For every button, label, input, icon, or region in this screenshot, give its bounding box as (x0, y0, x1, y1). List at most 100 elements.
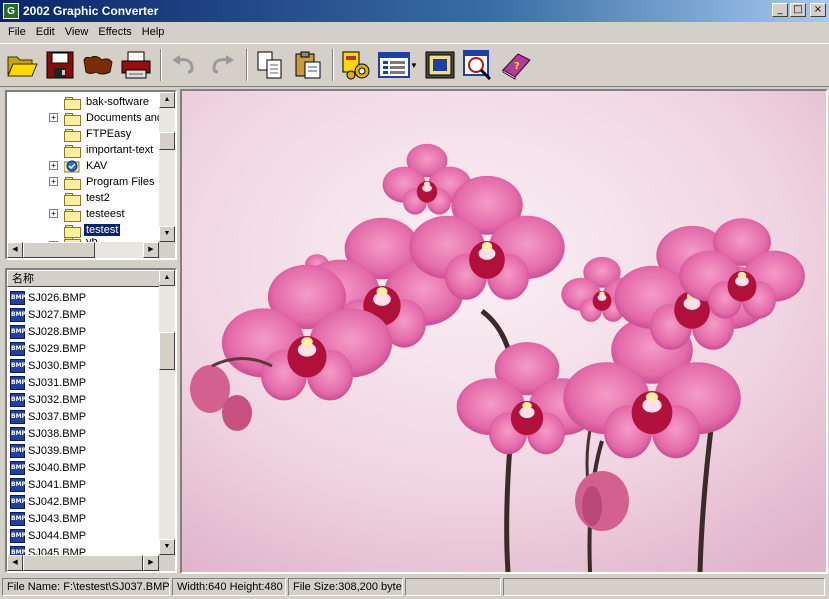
folder-tree[interactable]: bak-software + Documents and FTPEasy imp… (5, 90, 177, 260)
copy-icon (257, 51, 282, 79)
scroll-left-arrow-icon[interactable]: ◀ (7, 555, 23, 571)
fullscreen-icon (425, 51, 455, 79)
bmp-file-icon: BMP (10, 426, 26, 441)
tree-item[interactable]: important-text (7, 142, 155, 158)
scroll-thumb[interactable] (23, 555, 143, 571)
scroll-right-arrow-icon[interactable]: ▶ (143, 242, 159, 258)
folder-icon (64, 208, 81, 222)
file-list-item[interactable]: BMP SJ029.BMP (7, 340, 86, 357)
file-list-item[interactable]: BMP SJ038.BMP (7, 425, 86, 442)
bmp-file-icon: BMP (10, 477, 26, 492)
file-list-vertical-scrollbar[interactable]: ▲ ▼ (159, 270, 175, 555)
scroll-right-arrow-icon[interactable]: ▶ (143, 555, 159, 571)
copy-button[interactable] (252, 47, 288, 83)
file-list-item[interactable]: BMP SJ043.BMP (7, 510, 86, 527)
expand-toggle[interactable]: + (49, 161, 58, 170)
tree-item-label: bak-software (86, 96, 149, 108)
scroll-thumb[interactable] (159, 332, 175, 370)
file-list-item[interactable]: BMP SJ032.BMP (7, 391, 86, 408)
orchid-image (182, 91, 826, 572)
file-list-item[interactable]: BMP SJ044.BMP (7, 527, 86, 544)
folder-icon (64, 96, 81, 110)
scroll-down-arrow-icon[interactable]: ▼ (159, 539, 175, 555)
minimize-button[interactable]: _ (772, 3, 788, 17)
column-header-name[interactable]: 名称 (7, 270, 161, 287)
menu-edit[interactable]: Edit (31, 26, 60, 38)
zoom-icon (463, 50, 492, 80)
bmp-file-icon: BMP (10, 392, 26, 407)
file-name-label: SJ044.BMP (28, 529, 87, 542)
folder-icon (64, 176, 81, 190)
batch-convert-button[interactable] (338, 47, 374, 83)
open-folder-icon (64, 224, 81, 238)
menu-file[interactable]: File (3, 26, 31, 38)
scroll-thumb[interactable] (159, 132, 175, 150)
expand-toggle[interactable]: + (49, 113, 58, 122)
tree-item[interactable]: bak-software (7, 94, 151, 110)
view-mode-dropdown-arrow[interactable]: ▼ (410, 61, 418, 70)
help-button[interactable]: ? (498, 47, 534, 83)
close-button[interactable]: × (810, 3, 826, 17)
bmp-file-icon: BMP (10, 494, 26, 509)
tree-item[interactable]: + Documents and (7, 110, 165, 126)
file-list-item[interactable]: BMP SJ042.BMP (7, 493, 86, 510)
acquire-button[interactable] (80, 47, 116, 83)
scroll-down-arrow-icon[interactable]: ▼ (159, 226, 175, 242)
status-file-name: File Name: F:\testest\SJ037.BMP (2, 578, 170, 596)
scroll-left-arrow-icon[interactable]: ◀ (7, 242, 23, 258)
file-name-label: SJ037.BMP (28, 410, 87, 423)
file-list-item[interactable]: BMP SJ037.BMP (7, 408, 86, 425)
status-file-size: File Size:308,200 bytes (288, 578, 403, 596)
bmp-file-icon: BMP (10, 290, 26, 305)
file-list-item[interactable]: BMP SJ027.BMP (7, 306, 86, 323)
tree-vertical-scrollbar[interactable]: ▲ ▼ (159, 92, 175, 242)
tree-item-selected[interactable]: testest (7, 222, 122, 238)
tree-horizontal-scrollbar[interactable]: ◀ ▶ (7, 242, 159, 258)
tree-item[interactable]: + testeest (7, 206, 127, 222)
file-list-item[interactable]: BMP SJ039.BMP (7, 442, 86, 459)
save-button[interactable] (42, 47, 78, 83)
maximize-button[interactable]: □ (790, 3, 806, 17)
tree-item[interactable]: + Program Files (7, 174, 156, 190)
scroll-up-arrow-icon[interactable]: ▲ (159, 270, 175, 286)
redo-button[interactable] (204, 47, 240, 83)
tree-item[interactable]: test2 (7, 190, 112, 206)
paste-button[interactable] (290, 47, 326, 83)
file-name-label: SJ027.BMP (28, 308, 87, 321)
file-name-label: SJ026.BMP (28, 291, 87, 304)
file-list-item[interactable]: BMP SJ026.BMP (7, 289, 86, 306)
expand-toggle[interactable]: + (49, 209, 58, 218)
tree-item[interactable]: FTPEasy (7, 126, 133, 142)
open-button[interactable] (4, 47, 40, 83)
print-button[interactable] (118, 47, 154, 83)
undo-button[interactable] (166, 47, 202, 83)
view-mode-icon (378, 52, 410, 78)
title-bar: G 2002 Graphic Converter _ □ × (0, 0, 829, 22)
expand-toggle[interactable]: + (49, 177, 58, 186)
file-name-label: SJ043.BMP (28, 512, 87, 525)
status-bar: File Name: F:\testest\SJ037.BMP Width:64… (0, 576, 829, 598)
menu-effects[interactable]: Effects (93, 26, 136, 38)
file-list-horizontal-scrollbar[interactable]: ◀ ▶ (7, 555, 159, 571)
scroll-thumb[interactable] (23, 242, 95, 258)
file-list-item[interactable]: BMP SJ030.BMP (7, 357, 86, 374)
file-list-item[interactable]: BMP SJ031.BMP (7, 374, 86, 391)
help-book-icon: ? (502, 53, 531, 80)
view-mode-button[interactable] (376, 47, 412, 83)
tree-item-label: Documents and (86, 112, 164, 124)
file-list-item[interactable]: BMP SJ040.BMP (7, 459, 86, 476)
file-list-item[interactable]: BMP SJ028.BMP (7, 323, 86, 340)
image-viewer[interactable] (180, 89, 828, 574)
scroll-up-arrow-icon[interactable]: ▲ (159, 92, 175, 108)
status-empty-cell (405, 578, 501, 596)
redo-icon (212, 55, 234, 74)
zoom-button[interactable] (460, 47, 496, 83)
bmp-file-icon: BMP (10, 375, 26, 390)
menu-view[interactable]: View (60, 26, 94, 38)
file-list[interactable]: 名称 BMP SJ026.BMP BMP SJ027.BMP BMP SJ028.BMP B… (5, 268, 177, 573)
menu-help[interactable]: Help (137, 26, 170, 38)
fullscreen-button[interactable] (422, 47, 458, 83)
file-list-item[interactable]: BMP SJ041.BMP (7, 476, 86, 493)
tree-item[interactable]: + KAV (7, 158, 109, 174)
scroll-corner (159, 242, 175, 258)
